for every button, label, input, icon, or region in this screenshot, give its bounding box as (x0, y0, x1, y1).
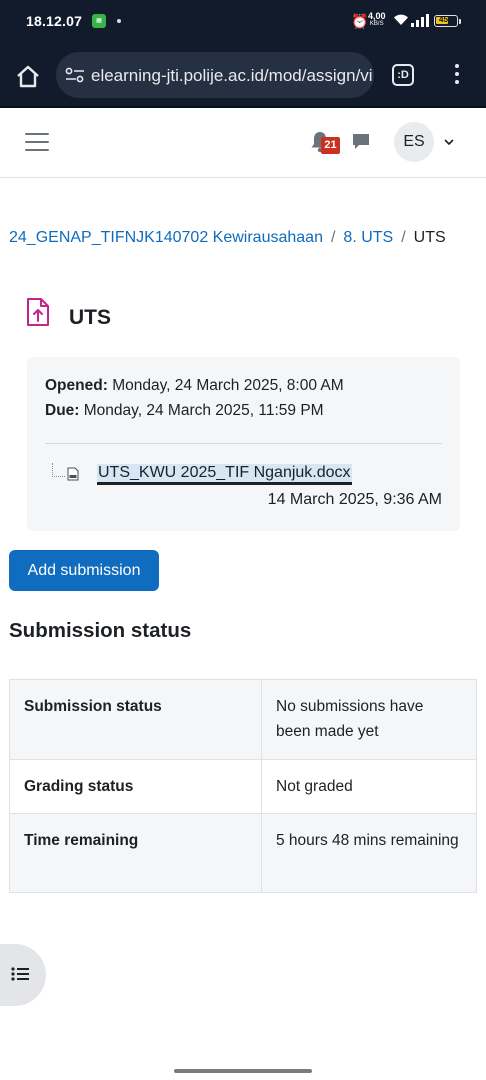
list-icon (11, 967, 29, 981)
chevron-down-icon[interactable] (444, 139, 454, 146)
page-title: UTS (69, 306, 111, 329)
breadcrumb-current: UTS (413, 229, 446, 246)
site-settings-icon[interactable] (65, 67, 85, 83)
breadcrumb-section-link[interactable]: 8. UTS (343, 229, 393, 246)
user-avatar[interactable]: ES (394, 122, 434, 162)
network-speed: 4,00 KB/S (368, 11, 386, 28)
opened-date: Opened: Monday, 24 March 2025, 8:00 AM (45, 377, 344, 394)
notification-count-badge[interactable]: 21 (321, 137, 340, 154)
row-label: Time remaining (9, 813, 262, 893)
table-row: Submission status No submissions have be… (9, 679, 477, 760)
table-row: Grading status Not graded (9, 759, 477, 814)
system-status-bar: 18.12.07 ▦ ⏰ 4,00 KB/S 45 (0, 0, 486, 44)
document-file-icon (67, 467, 79, 481)
signal-icon (411, 14, 429, 27)
tree-connector (52, 463, 65, 477)
wifi-icon (394, 14, 408, 25)
battery-level: 45 (439, 15, 448, 24)
clock: 18.12.07 (26, 13, 83, 29)
home-icon[interactable] (14, 63, 42, 91)
messages-icon[interactable] (351, 132, 371, 152)
row-value: No submissions have been made yet (261, 679, 477, 760)
more-notifications-dot (117, 19, 121, 23)
row-value: 5 hours 48 mins remaining (261, 813, 477, 893)
gesture-bar[interactable] (174, 1069, 312, 1073)
site-navbar: 21 ES (0, 108, 486, 178)
address-bar[interactable]: elearning-jti.polije.ac.id/mod/assign/vi (56, 52, 374, 98)
menu-icon[interactable] (25, 133, 49, 153)
battery-tip (459, 19, 461, 24)
due-date: Due: Monday, 24 March 2025, 11:59 PM (45, 402, 324, 419)
course-index-toggle[interactable] (0, 944, 46, 1006)
attachment-link[interactable]: UTS_KWU 2025_TIF Nganjuk.docx (97, 464, 352, 485)
breadcrumb-separator: / (401, 229, 406, 246)
browser-menu-icon[interactable] (452, 64, 462, 88)
breadcrumb: 24_GENAP_TIFNJK140702 Kewirausahaan / 8. U… (9, 229, 446, 247)
battery-icon: 45 (434, 15, 458, 27)
attachment-modified-date: 14 March 2025, 9:36 AM (267, 491, 442, 508)
assignment-upload-icon (27, 298, 49, 326)
divider (45, 443, 442, 444)
add-submission-button[interactable]: Add submission (9, 550, 159, 591)
breadcrumb-separator: / (330, 229, 336, 246)
app-notification-icon: ▦ (92, 14, 106, 28)
row-label: Grading status (9, 759, 262, 814)
tab-switcher-icon[interactable]: :D (392, 64, 414, 86)
row-label: Submission status (9, 679, 262, 760)
url-text[interactable]: elearning-jti.polije.ac.id/mod/assign/vi (91, 66, 373, 86)
row-value: Not graded (261, 759, 477, 814)
table-row: Time remaining 5 hours 48 mins remaining (9, 813, 477, 893)
activity-dates-card: Opened: Monday, 24 March 2025, 8:00 AM D… (27, 357, 460, 531)
submission-status-table: Submission status No submissions have be… (9, 679, 477, 893)
submission-status-heading: Submission status (9, 619, 192, 642)
alarm-icon: ⏰ (351, 13, 369, 29)
breadcrumb-course-link[interactable]: 24_GENAP_TIFNJK140702 Kewirausahaan (9, 229, 323, 246)
browser-toolbar: elearning-jti.polije.ac.id/mod/assign/vi… (0, 44, 486, 108)
